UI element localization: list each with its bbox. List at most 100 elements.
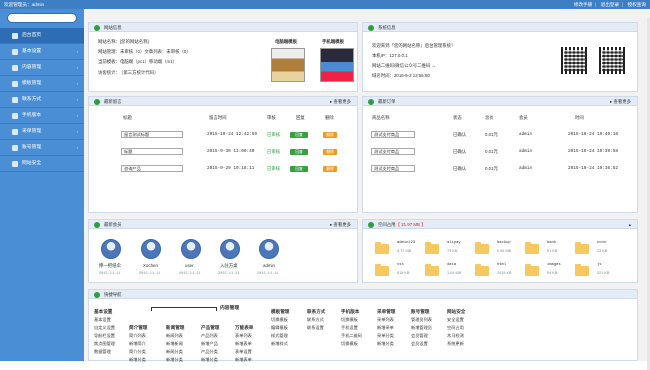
nav-link[interactable]: 编辑模板: [271, 324, 289, 332]
message-icon: [94, 98, 100, 105]
folder-icon[interactable]: [475, 242, 489, 254]
folder-icon[interactable]: [425, 264, 439, 276]
sidebar-item-home[interactable]: 后台首页: [0, 28, 84, 44]
manual-link[interactable]: 修改手册: [574, 2, 592, 7]
order-member: admin: [519, 149, 533, 154]
nav-link[interactable]: 新增样式: [271, 340, 289, 348]
nav-link[interactable]: 新增采单: [377, 324, 395, 332]
nav-link[interactable]: 新增分类: [201, 356, 219, 364]
nav-link[interactable]: 新闻列表: [166, 332, 184, 340]
folder-icon[interactable]: [575, 264, 589, 276]
sidebar-menu: 后台首页 基本设置 › 内容管理 › 模板管理 › 联系方式 › 手机版本 › 采单管理 ›…: [0, 28, 84, 172]
nav-link[interactable]: 采单列表: [377, 316, 395, 324]
nav-link[interactable]: 联系设置: [307, 324, 325, 332]
message-time: 2015-10-24 12:42:59: [207, 132, 258, 137]
nav-link[interactable]: 联系方式: [307, 316, 325, 324]
sidebar-item-content[interactable]: 内容管理 ›: [0, 60, 84, 76]
nav-link[interactable]: 管理员列表: [411, 316, 432, 324]
nav-link[interactable]: 新增分类: [129, 356, 147, 364]
reply-button[interactable]: 回复: [290, 132, 308, 138]
delete-button[interactable]: 删除: [323, 149, 337, 155]
nav-link[interactable]: 采单分类: [377, 332, 395, 340]
top-bar: 欢迎管理员：admin 修改手册 | 退出登录 | 授权查询: [0, 0, 650, 9]
order-product[interactable]: 测试支付商品: [371, 165, 415, 172]
nav-link[interactable]: 新增新闻: [166, 340, 184, 348]
folder-name: css: [397, 263, 404, 267]
members-panel: 最新会员 ▸ 查看更多 撑一把纸伞 2015-11-11 Xochen 2015-…: [88, 219, 358, 283]
folder-icon[interactable]: [375, 264, 389, 276]
nav-link[interactable]: 新增简介: [129, 340, 147, 348]
sidebar-item-security[interactable]: 网站安全: [0, 156, 84, 172]
nav-link[interactable]: 新增分类: [166, 356, 184, 364]
nav-link[interactable]: 切换模板: [271, 316, 289, 324]
space-panel: 空间占用【 21.97 MB 】 ▴ admin123 3.72 MB alipa…: [362, 219, 638, 283]
nav-link[interactable]: 木马检测: [447, 332, 465, 340]
delete-button[interactable]: 删除: [323, 132, 337, 138]
nav-link[interactable]: 焦点图管理: [94, 340, 115, 348]
scroll-arrow-icon[interactable]: ▴: [629, 220, 631, 229]
nav-link[interactable]: 导航栏设置: [94, 332, 115, 340]
nav-link[interactable]: 样式管理: [271, 332, 289, 340]
nav-link[interactable]: 会员设置: [411, 340, 432, 348]
nav-link[interactable]: 简介分类: [129, 348, 147, 356]
avatar[interactable]: [101, 239, 121, 259]
nav-link[interactable]: 表单设置: [235, 348, 253, 356]
order-product[interactable]: 测试支付商品: [371, 131, 415, 138]
more-link[interactable]: ▸ 查看更多: [610, 97, 631, 106]
logout-link[interactable]: 退出登录: [601, 2, 619, 7]
nav-link[interactable]: 数据管理: [94, 348, 115, 356]
sidebar-item-menu[interactable]: 采单管理 ›: [0, 124, 84, 140]
sidebar-item-template[interactable]: 模板管理 ›: [0, 76, 84, 92]
folder-icon[interactable]: [425, 242, 439, 254]
sidebar-item-contact[interactable]: 联系方式 ›: [0, 92, 84, 108]
nav-link[interactable]: 简介列表: [129, 332, 147, 340]
nav-link[interactable]: 系统更新: [447, 340, 465, 348]
nav-link[interactable]: 产品列表: [201, 332, 219, 340]
nav-link[interactable]: 新增表单: [235, 340, 253, 348]
panel-title: 最新会员: [104, 222, 122, 227]
chevron-icon: ›: [76, 81, 78, 86]
folder-icon[interactable]: [525, 264, 539, 276]
order-product[interactable]: 测试支付商品: [371, 148, 415, 155]
avatar[interactable]: [141, 239, 161, 259]
reply-button[interactable]: 回复: [290, 149, 308, 155]
nav-link[interactable]: 产品分类: [201, 348, 219, 356]
reply-button[interactable]: 回复: [290, 166, 308, 172]
sidebar-item-basic[interactable]: 基本设置 ›: [0, 44, 84, 60]
avatar[interactable]: [181, 239, 201, 259]
nav-link[interactable]: 会员管理: [411, 332, 432, 340]
sidebar-item-mobile[interactable]: 手机版本 ›: [0, 108, 84, 124]
sidebar-item-account[interactable]: 账号管理 ›: [0, 140, 84, 156]
nav-link[interactable]: 空间占用: [447, 324, 465, 332]
nav-link[interactable]: 切换模板: [341, 316, 362, 324]
avatar[interactable]: [259, 239, 279, 259]
nav-link[interactable]: 新增表单: [235, 356, 253, 364]
nav-link[interactable]: 手机二维码: [341, 332, 362, 340]
folder-size: 618 KB: [397, 271, 410, 275]
nav-link[interactable]: 自定义设置: [94, 324, 115, 332]
message-title[interactable]: 标题: [121, 148, 183, 155]
mobile-template-thumbnail[interactable]: [320, 48, 354, 82]
license-link[interactable]: 授权查询: [628, 2, 646, 7]
more-link[interactable]: ▸ 查看更多: [330, 97, 351, 106]
nav-link[interactable]: 安全设置: [447, 316, 465, 324]
nav-link[interactable]: 新增管理员: [411, 324, 432, 332]
nav-link[interactable]: 新闻分类: [166, 348, 184, 356]
more-link[interactable]: ▸ 查看更多: [330, 220, 351, 229]
nav-link[interactable]: 新增产品: [201, 340, 219, 348]
folder-icon[interactable]: [475, 264, 489, 276]
delete-button[interactable]: 删除: [323, 166, 337, 172]
pc-template-thumbnail[interactable]: [271, 48, 305, 82]
nav-link[interactable]: 表单列表: [235, 332, 253, 340]
folder-icon[interactable]: [575, 242, 589, 254]
nav-link[interactable]: 切换模板: [341, 340, 362, 348]
message-title[interactable]: 留言测试标题: [121, 131, 183, 138]
avatar[interactable]: [220, 239, 240, 259]
folder-icon[interactable]: [525, 242, 539, 254]
nav-link[interactable]: 新增分类: [377, 340, 395, 348]
folder-icon[interactable]: [375, 242, 389, 254]
search-input[interactable]: [7, 13, 77, 23]
nav-link[interactable]: 手机设置: [341, 324, 362, 332]
message-title[interactable]: 咨询产品: [121, 165, 183, 172]
nav-link[interactable]: 基本设置: [94, 316, 115, 324]
